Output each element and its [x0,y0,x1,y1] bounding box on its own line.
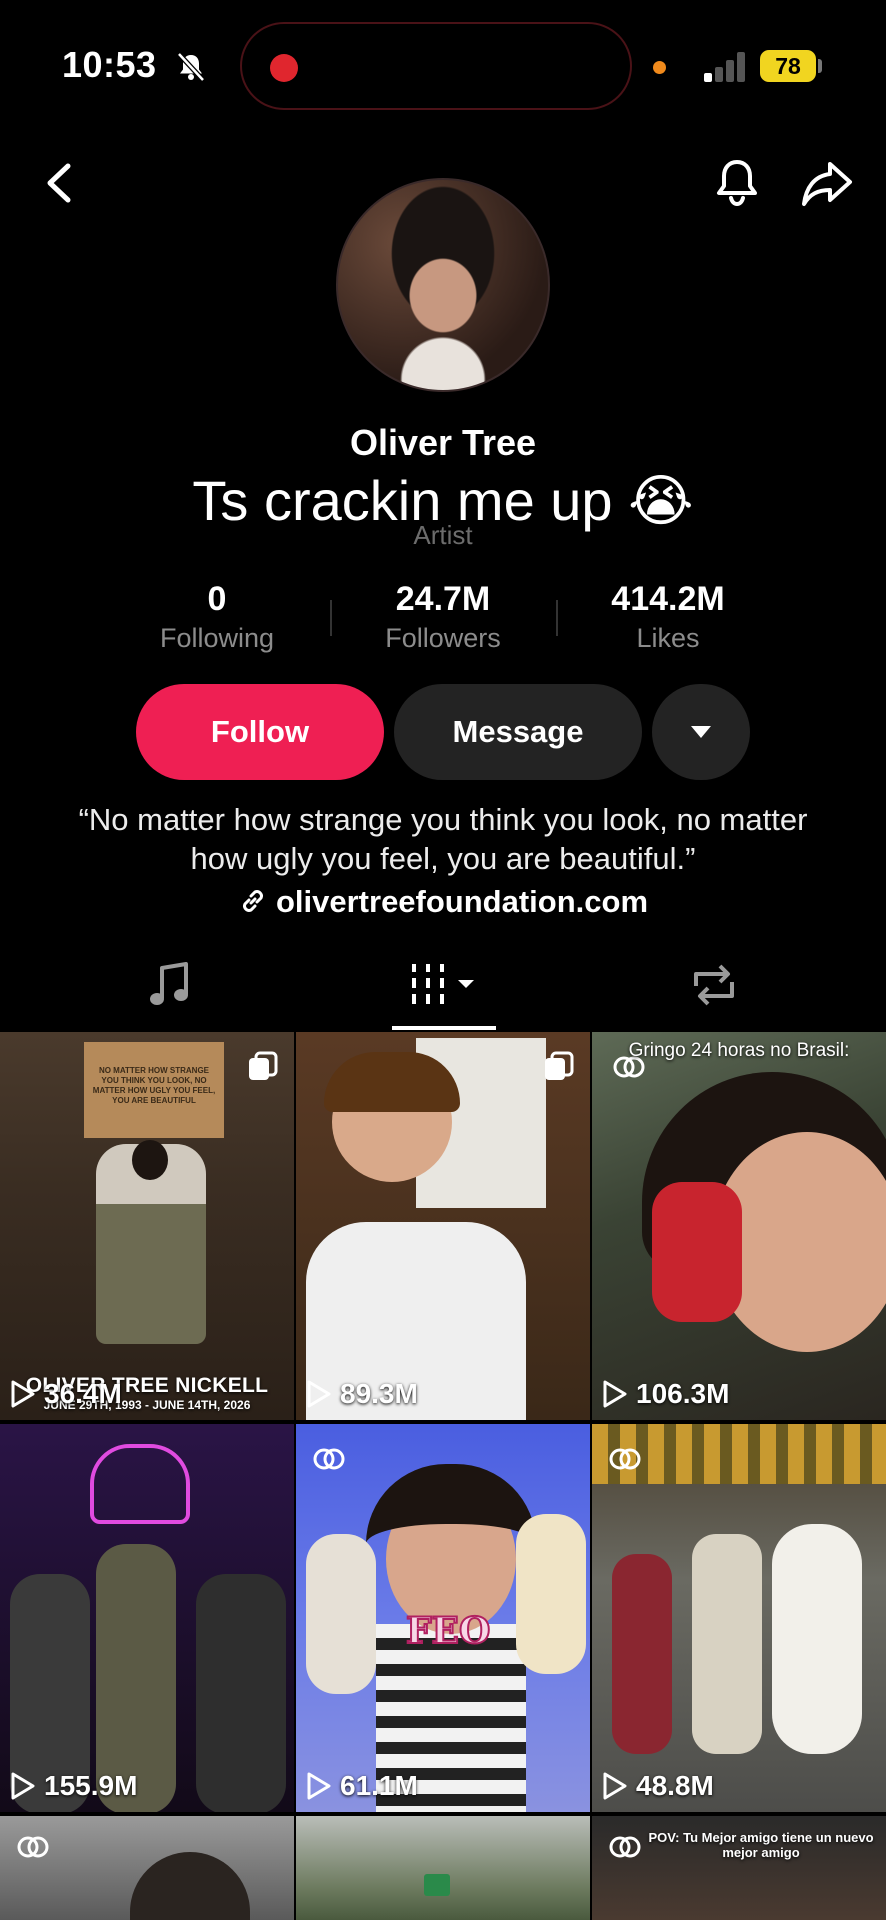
play-icon [603,1380,627,1408]
view-count-text: 106.3M [636,1378,730,1409]
neon-sign [90,1444,190,1524]
likes-stat[interactable]: 414.2M Likes [558,580,778,654]
person-head [130,1852,250,1920]
music-note-icon[interactable] [148,960,192,1010]
following-stat[interactable]: 0 Following [107,580,327,654]
video-tile[interactable]: NO MATTER HOW STRANGE YOU THINK YOU LOOK… [0,1032,294,1420]
pinned-copy-icon [545,1051,574,1080]
play-icon [11,1772,35,1800]
puppet-left [306,1534,376,1694]
following-label: Following [159,623,275,653]
band-member [196,1574,286,1812]
view-count-text: 155.9M [44,1770,138,1801]
hand-product [652,1182,742,1322]
feo-sticker: FEO [405,1609,491,1653]
video-tile[interactable]: 155.9M [0,1424,294,1812]
link-icon [243,890,263,912]
status-time: 10:53 [62,44,157,85]
person-figure [612,1554,672,1754]
view-count: 36.4M [10,1378,122,1410]
video-overlay-caption: Ts crackin me up 😭 [192,469,694,532]
cardboard-box: NO MATTER HOW STRANGE YOU THINK YOU LOOK… [84,1042,224,1138]
followers-count: 24.7M [395,580,491,618]
recording-indicator [270,54,298,82]
video-tile[interactable]: 48.8M [592,1424,886,1812]
following-count: 0 [207,580,227,618]
person-head [132,1140,168,1180]
signal-icon [704,50,746,82]
repost-icon[interactable] [688,960,740,1010]
video-tile[interactable]: POV: Tu Mejor amigo tiene un nuevo mejor… [592,1816,886,1920]
view-count: 106.3M [602,1378,729,1410]
stats-divider [330,600,332,636]
bell-slash-icon [177,52,205,82]
followers-label: Followers [385,623,501,653]
play-icon [307,1772,331,1800]
follow-button[interactable]: Follow [136,684,384,780]
road-sign [424,1874,450,1896]
video-tile[interactable]: 89.3M [296,1032,590,1420]
likes-label: Likes [636,623,700,653]
play-icon [307,1380,331,1408]
profile-name: Oliver Tree [349,422,537,463]
back-arrow-icon[interactable] [38,158,78,208]
view-count: 48.8M [602,1770,714,1802]
view-count-text: 89.3M [340,1378,418,1409]
profile-screen: 10:53 78 Oliver Tree Artist Ts crackin m… [0,0,886,1920]
caret-down-icon [691,726,711,738]
view-count: 155.9M [10,1770,137,1802]
share-icon[interactable] [800,158,854,208]
likes-count: 414.2M [611,580,725,618]
video-caption: Gringo 24 horas no Brasil: [628,1040,850,1061]
active-tab-indicator [392,1026,496,1030]
video-tile[interactable] [296,1816,590,1920]
mascot-figure [772,1524,862,1754]
suggested-accounts-button[interactable] [652,684,750,780]
box-text: NO MATTER HOW STRANGE YOU THINK YOU LOOK… [92,1066,216,1105]
pinned-copy-icon [249,1051,278,1080]
play-icon [603,1772,627,1800]
view-count-text: 48.8M [636,1770,714,1801]
video-tile[interactable]: Gringo 24 horas no Brasil: 106.3M [592,1032,886,1420]
collab-icon [609,1448,641,1470]
puppet-right [516,1514,586,1674]
profile-stats: 0 Following 24.7M Followers 414.2M Likes [0,580,886,660]
video-caption: POV: Tu Mejor amigo tiene un nuevo mejor… [648,1830,874,1860]
collab-icon [313,1448,345,1470]
battery-tip [818,59,822,73]
video-tile[interactable]: FEO 61.1M [296,1424,590,1812]
dynamic-island [240,22,632,110]
view-count: 89.3M [306,1378,418,1410]
video-tile[interactable] [0,1816,294,1920]
grid-videos-icon[interactable] [410,960,480,1010]
collab-icon [609,1836,641,1858]
stats-divider [556,600,558,636]
message-button[interactable]: Message [394,684,642,780]
followers-stat[interactable]: 24.7M Followers [333,580,553,654]
battery-indicator: 78 [760,50,816,82]
bell-icon[interactable] [714,156,760,210]
avatar[interactable] [336,178,550,392]
person-figure [692,1534,762,1754]
collab-icon [17,1836,49,1858]
profile-bio: “No matter how strange you think you loo… [78,802,808,876]
view-count-text: 61.1M [340,1770,418,1801]
view-count-text: 36.4M [44,1378,122,1409]
play-icon [11,1380,35,1408]
mic-indicator [653,61,666,74]
link-text: olivertreefoundation.com [275,884,649,919]
view-count: 61.1M [306,1770,418,1802]
profile-link[interactable]: olivertreefoundation.com [0,884,886,920]
